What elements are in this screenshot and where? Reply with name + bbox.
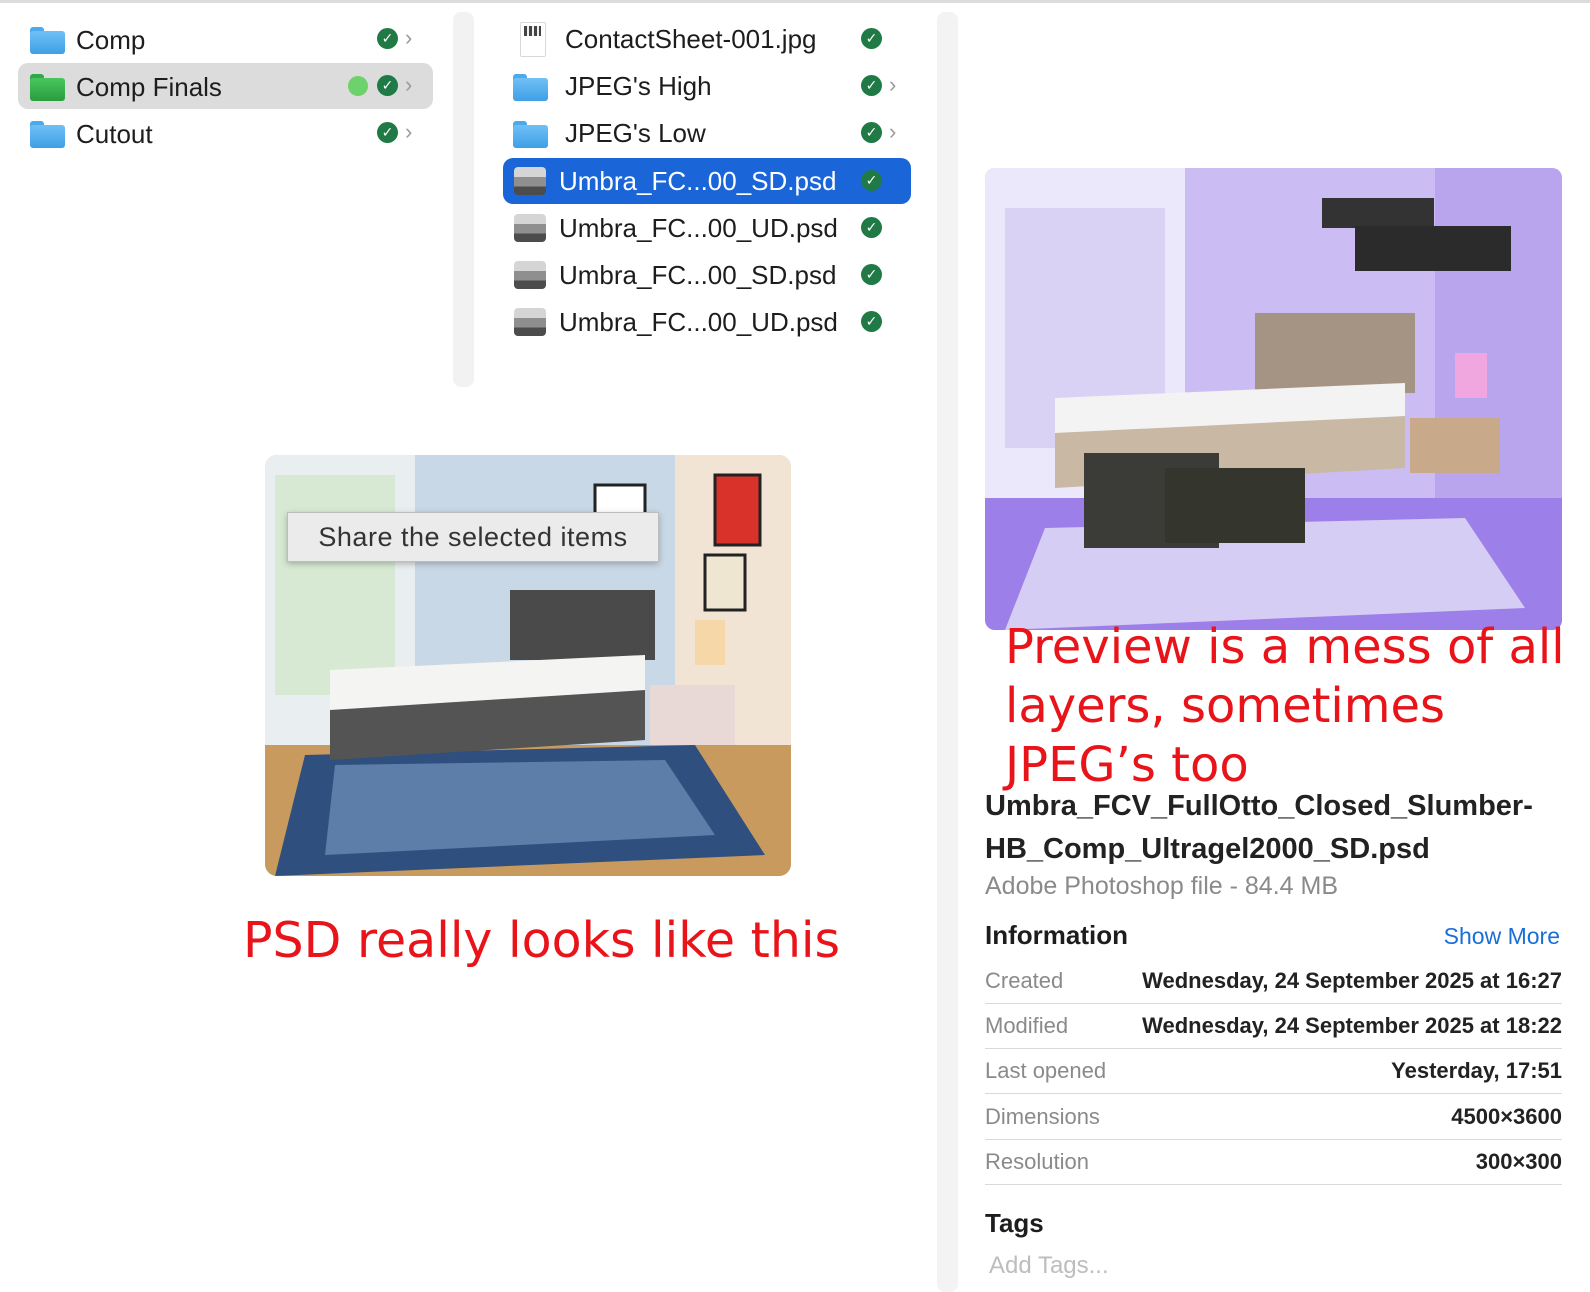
info-row-modified: Modified Wednesday, 24 September 2025 at… <box>985 1003 1562 1049</box>
info-key: Dimensions <box>985 1104 1100 1129</box>
chevron-right-icon[interactable]: › <box>405 25 412 51</box>
item-label: Umbra_FC...00_UD.psd <box>559 213 838 243</box>
column-divider[interactable] <box>453 12 474 387</box>
info-row-resolution: Resolution 300×300 <box>985 1139 1562 1185</box>
synced-check-icon: ✓ <box>861 170 882 191</box>
column-divider[interactable] <box>937 12 958 1292</box>
folder-icon <box>30 121 65 148</box>
info-key: Modified <box>985 1013 1069 1038</box>
show-more-link[interactable]: Show More <box>1444 923 1560 950</box>
add-tags-field[interactable]: Add Tags... <box>989 1252 1109 1280</box>
synced-check-icon: ✓ <box>861 122 882 143</box>
list-item-psd[interactable]: Umbra_FC...00_UD.psd ✓ <box>503 299 911 345</box>
chevron-right-icon[interactable]: › <box>405 119 412 145</box>
item-label: Cutout <box>76 119 153 149</box>
item-label: JPEG's High <box>565 71 712 101</box>
synced-check-icon: ✓ <box>377 122 398 143</box>
list-item-psd-selected[interactable]: Umbra_FC...00_SD.psd ✓ <box>503 158 911 204</box>
list-item-comp-finals[interactable]: Comp Finals ✓ › <box>18 63 433 109</box>
synced-check-icon: ✓ <box>861 217 882 238</box>
item-label: Umbra_FC...00_SD.psd <box>559 166 837 196</box>
synced-check-icon: ✓ <box>861 311 882 332</box>
list-item-psd[interactable]: Umbra_FC...00_SD.psd ✓ <box>503 252 911 298</box>
chevron-right-icon[interactable]: › <box>405 72 412 98</box>
info-key: Resolution <box>985 1149 1089 1174</box>
synced-check-icon: ✓ <box>377 75 398 96</box>
info-row-dimensions: Dimensions 4500×3600 <box>985 1094 1562 1140</box>
synced-check-icon: ✓ <box>377 28 398 49</box>
info-value: Yesterday, 17:51 <box>1391 1058 1562 1083</box>
info-value: Wednesday, 24 September 2025 at 18:22 <box>1142 1013 1562 1038</box>
info-key: Last opened <box>985 1058 1107 1083</box>
finder-preview-image <box>985 168 1562 630</box>
list-item-jpegs-low[interactable]: JPEG's Low ✓ › <box>503 110 911 156</box>
green-tag-icon <box>348 76 368 96</box>
list-item-comp[interactable]: Comp ✓ › <box>18 16 433 62</box>
list-item-cutout[interactable]: Cutout ✓ › <box>18 110 433 156</box>
psd-file-icon <box>514 261 546 289</box>
folder-icon <box>30 27 65 54</box>
info-value: 4500×3600 <box>1451 1104 1562 1129</box>
list-item-contactsheet[interactable]: ContactSheet-001.jpg ✓ <box>503 16 911 62</box>
psd-file-icon <box>514 167 546 195</box>
info-key: Created <box>985 968 1064 993</box>
psd-file-icon <box>514 308 546 336</box>
synced-check-icon: ✓ <box>861 264 882 285</box>
item-label: Comp <box>76 25 146 55</box>
chevron-right-icon[interactable]: › <box>889 119 896 145</box>
info-value: 300×300 <box>1475 1149 1562 1174</box>
folder-icon <box>513 74 548 101</box>
folder-icon <box>513 121 548 148</box>
item-label: Comp Finals <box>76 72 222 102</box>
item-label: JPEG's Low <box>565 118 706 148</box>
synced-check-icon: ✓ <box>861 28 882 49</box>
window-top-edge <box>0 0 1590 3</box>
information-heading: Information <box>985 920 1128 950</box>
chevron-right-icon[interactable]: › <box>889 72 896 98</box>
list-item-psd[interactable]: Umbra_FC...00_UD.psd ✓ <box>503 205 911 251</box>
item-label: ContactSheet-001.jpg <box>565 24 817 54</box>
folder-icon <box>30 74 65 101</box>
info-row-last-opened: Last opened Yesterday, 17:51 <box>985 1048 1562 1094</box>
item-label: Umbra_FC...00_SD.psd <box>559 260 837 290</box>
tags-heading: Tags <box>985 1208 1044 1238</box>
info-value: Wednesday, 24 September 2025 at 16:27 <box>1142 968 1562 993</box>
preview-filetype: Adobe Photoshop file - 84.4 MB <box>985 872 1339 900</box>
list-item-jpegs-high[interactable]: JPEG's High ✓ › <box>503 63 911 109</box>
jpg-file-icon <box>520 22 546 57</box>
preview-filename: Umbra_FCV_FullOtto_Closed_Slumber-HB_Com… <box>985 790 1533 865</box>
info-row-created: Created Wednesday, 24 September 2025 at … <box>985 958 1562 1004</box>
share-tooltip: Share the selected items <box>287 512 659 562</box>
annotation-right: Preview is a mess of all layers, sometim… <box>1005 619 1565 793</box>
item-label: Umbra_FC...00_UD.psd <box>559 307 838 337</box>
psd-file-icon <box>514 214 546 242</box>
synced-check-icon: ✓ <box>861 75 882 96</box>
annotation-left: PSD really looks like this <box>243 912 841 969</box>
